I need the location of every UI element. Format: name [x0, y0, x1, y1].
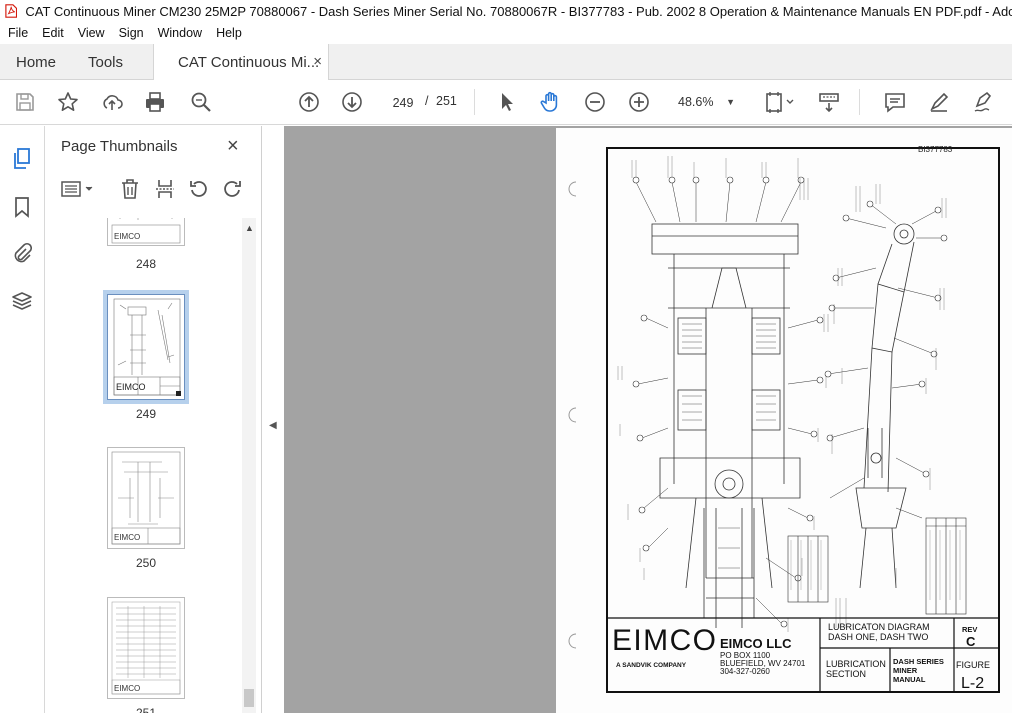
star-icon[interactable]: [56, 90, 80, 114]
acrobat-pdf-icon: [5, 4, 18, 18]
page-number-input[interactable]: 249: [385, 90, 421, 114]
rotate-counterclockwise-icon[interactable]: [187, 177, 211, 201]
tab-bar: Home Tools CAT Continuous Mi... ×: [0, 44, 1012, 81]
rev-value: C: [966, 634, 976, 649]
left-navigation-rail: [0, 126, 45, 713]
sign-pen-icon[interactable]: [971, 90, 995, 114]
svg-text:EIMCO: EIMCO: [114, 533, 140, 542]
save-icon[interactable]: [13, 90, 37, 114]
company-name: EIMCO LLC: [720, 636, 792, 651]
toolbar-divider: [474, 89, 475, 115]
manual-label-3: MANUAL: [893, 675, 926, 684]
tab-tools[interactable]: Tools: [88, 44, 123, 80]
menu-view[interactable]: View: [71, 26, 112, 40]
menu-edit[interactable]: Edit: [35, 26, 71, 40]
page-thumbnail-248[interactable]: EIMCO: [107, 218, 185, 246]
arrow-down-circle-icon[interactable]: [340, 90, 364, 114]
window-title: CAT Continuous Miner CM230 25M2P 7088006…: [25, 3, 1012, 19]
company-logo: EIMCO: [612, 624, 716, 657]
svg-text:EIMCO: EIMCO: [114, 684, 140, 693]
document-id: BI377783: [918, 145, 953, 154]
thumbnail-list: EIMCO 248 EIMCO 249 EIMCO 250 EIMCO 251 …: [45, 218, 262, 713]
scroll-up-icon[interactable]: ▲: [245, 223, 254, 233]
thumbnails-panel: Page Thumbnails × EIMCO 248 EIMCO 249 EI…: [45, 126, 262, 713]
hand-icon[interactable]: [539, 90, 563, 114]
section-label-2: SECTION: [826, 669, 866, 679]
figure-label: FIGURE: [956, 660, 990, 670]
print-icon[interactable]: [143, 90, 167, 114]
menu-window[interactable]: Window: [151, 26, 209, 40]
menu-sign[interactable]: Sign: [112, 26, 151, 40]
drawing-title-2: DASH ONE, DASH TWO: [828, 632, 928, 642]
drawing-title-1: LUBRICATON DIAGRAM: [828, 622, 930, 632]
rev-label: REV: [962, 625, 977, 634]
svg-text:EIMCO: EIMCO: [114, 232, 140, 241]
collapse-left-icon: ◀: [269, 420, 277, 431]
close-panel-icon[interactable]: ×: [227, 135, 239, 158]
menu-help[interactable]: Help: [209, 26, 249, 40]
fit-page-icon[interactable]: [763, 90, 797, 114]
thumbnail-tools: [45, 171, 262, 211]
page-separator: /: [425, 94, 429, 108]
manual-label-1: DASH SERIES: [893, 657, 944, 666]
company-tagline: A SANDVIK COMPANY: [616, 662, 687, 669]
pointer-icon[interactable]: [495, 90, 519, 114]
company-phone: 304-327-0260: [720, 667, 770, 676]
scroll-mode-icon[interactable]: [817, 90, 841, 114]
upload-icon[interactable]: [100, 90, 124, 114]
menu-bar: File Edit View Sign Window Help: [0, 22, 1012, 44]
layers-icon[interactable]: [9, 288, 35, 314]
thumbnail-label: 248: [135, 257, 157, 271]
thumbnail-options-icon[interactable]: [59, 177, 95, 201]
page-thumbnail-251[interactable]: EIMCO: [107, 597, 185, 699]
page-thumbnail-249[interactable]: EIMCO: [107, 294, 185, 400]
highlighter-icon[interactable]: [927, 90, 951, 114]
thumbnail-label: 250: [135, 556, 157, 570]
lubrication-diagram-drawing: BI377783 EIMCO A SANDVIK COMPANY EIMCO L…: [568, 145, 1000, 693]
thumbnail-label: 251: [135, 706, 157, 713]
tab-home[interactable]: Home: [16, 44, 56, 80]
document-view[interactable]: BI377783 EIMCO A SANDVIK COMPANY EIMCO L…: [284, 126, 1012, 713]
scrollbar-thumb[interactable]: [244, 689, 254, 707]
page-thumbnails-icon[interactable]: [9, 146, 35, 172]
close-tab-icon[interactable]: ×: [313, 53, 322, 70]
panel-title: Page Thumbnails: [61, 138, 178, 155]
zoom-out-icon[interactable]: [583, 90, 607, 114]
zoom-in-icon[interactable]: [627, 90, 651, 114]
thumbnail-label: 249: [135, 407, 157, 421]
title-bar: CAT Continuous Miner CM230 25M2P 7088006…: [0, 0, 1012, 22]
bookmark-icon[interactable]: [9, 194, 35, 220]
comment-icon[interactable]: [883, 90, 907, 114]
rotate-clockwise-icon[interactable]: [220, 177, 244, 201]
tab-document[interactable]: CAT Continuous Mi... ×: [153, 44, 329, 81]
arrow-up-circle-icon[interactable]: [297, 90, 321, 114]
section-label-1: LUBRICATION: [826, 659, 886, 669]
figure-value: L-2: [961, 675, 984, 692]
manual-label-2: MINER: [893, 666, 918, 675]
tab-document-label: CAT Continuous Mi...: [178, 54, 320, 71]
toolbar-divider: [859, 89, 860, 115]
zoom-level-value: 48.6%: [678, 95, 714, 109]
svg-text:EIMCO: EIMCO: [116, 382, 146, 392]
pdf-page: BI377783 EIMCO A SANDVIK COMPANY EIMCO L…: [556, 128, 1012, 713]
toolbar: 249 / 251 48.6% ▼: [0, 80, 1012, 125]
extract-page-icon[interactable]: [153, 177, 177, 201]
thumbnail-scrollbar[interactable]: [242, 218, 256, 713]
attachment-icon[interactable]: [9, 240, 35, 266]
delete-page-icon[interactable]: [118, 177, 142, 201]
page-total: 251: [436, 94, 457, 108]
menu-file[interactable]: File: [0, 26, 35, 40]
zoom-level-select[interactable]: 48.6% ▼: [671, 90, 739, 114]
page-thumbnail-250[interactable]: EIMCO: [107, 447, 185, 549]
panel-collapse-handle[interactable]: ◀: [262, 126, 284, 713]
zoom-search-icon[interactable]: [189, 90, 213, 114]
chevron-down-icon: ▼: [726, 97, 735, 107]
